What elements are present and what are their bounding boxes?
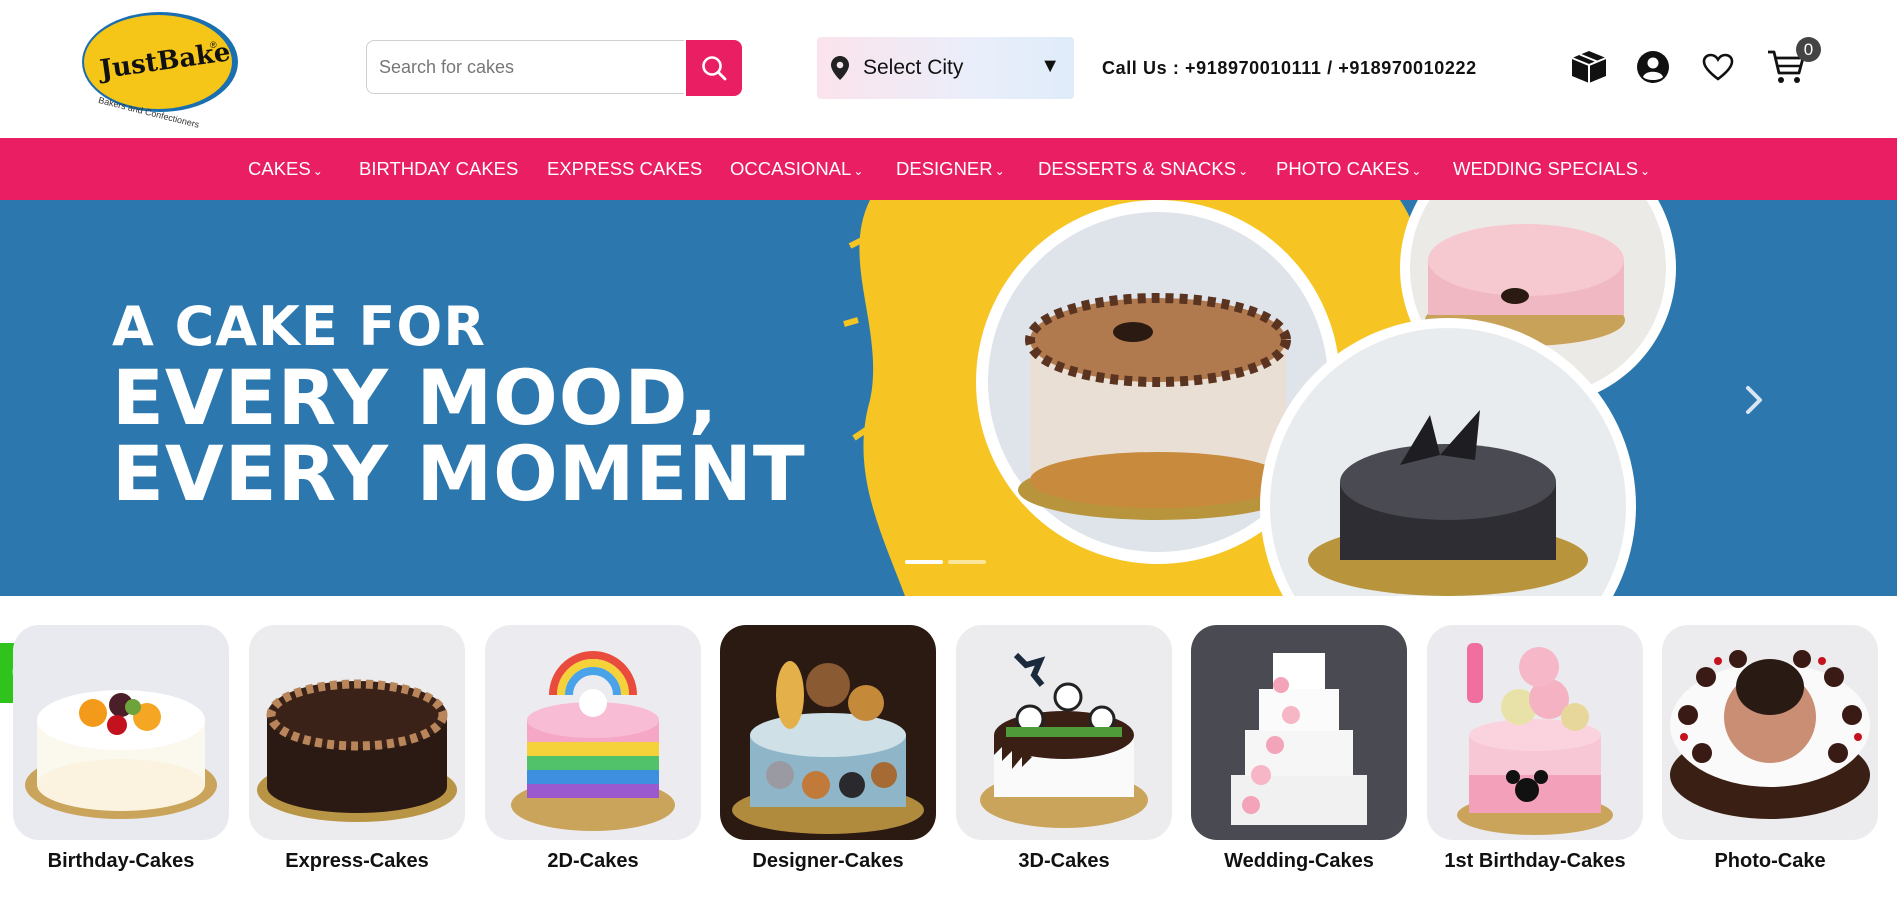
category-3d-cakes[interactable]: 3D-Cakes	[956, 625, 1172, 872]
category-image	[485, 625, 701, 840]
search-icon	[702, 56, 727, 81]
chevron-down-icon: ⌄	[1411, 164, 1422, 178]
nav-item-label: EXPRESS CAKES	[547, 158, 703, 179]
category-image	[1191, 625, 1407, 840]
justbake-logo[interactable]: JustBake ® Bakers and Confectioners	[80, 10, 242, 135]
city-dropdown-caret-icon: ▼	[1040, 55, 1060, 77]
nav-item-label: CAKES	[248, 158, 311, 179]
search-bar	[366, 40, 742, 96]
category-image	[720, 625, 936, 840]
cart-count-badge: 0	[1796, 37, 1821, 62]
main-nav: CAKES ⌄ BIRTHDAY CAKES EXPRESS CAKES OCCA…	[0, 138, 1897, 200]
category-label: Birthday-Cakes	[47, 850, 195, 872]
banner-headline-line3: EVERY MOMENT	[112, 429, 806, 518]
category-label: 1st Birthday-Cakes	[1444, 850, 1626, 872]
category-image	[249, 625, 465, 840]
nav-item-desserts-snacks[interactable]: DESSERTS & SNACKS ⌄	[1038, 138, 1248, 200]
category-image	[1427, 625, 1643, 840]
search-button[interactable]	[686, 40, 742, 96]
chevron-down-icon: ⌄	[312, 164, 323, 178]
wishlist-button[interactable]	[1699, 48, 1737, 86]
orders-button[interactable]	[1570, 48, 1608, 86]
location-pin-icon	[831, 56, 849, 80]
carousel-dot[interactable]	[948, 560, 986, 564]
category-photo-cake[interactable]: Photo-Cake	[1662, 625, 1878, 872]
nav-item-label: DESSERTS & SNACKS	[1038, 158, 1237, 179]
category-birthday-cakes[interactable]: Birthday-Cakes	[13, 625, 229, 872]
nav-item-wedding-specials[interactable]: WEDDING SPECIALS ⌄	[1453, 138, 1650, 200]
category-label: 2D-Cakes	[547, 850, 639, 872]
chevron-down-icon: ⌄	[1238, 164, 1249, 178]
nav-item-label: DESIGNER	[896, 158, 993, 179]
category-wedding-cakes[interactable]: Wedding-Cakes	[1191, 625, 1407, 872]
chevron-down-icon: ⌄	[1640, 164, 1651, 178]
nav-item-photo-cakes[interactable]: PHOTO CAKES ⌄	[1276, 138, 1421, 200]
category-label: Designer-Cakes	[752, 850, 904, 872]
call-us-text: Call Us : +918970010111 / +918970010222	[1102, 58, 1477, 78]
category-designer-cakes[interactable]: Designer-Cakes	[720, 625, 936, 872]
nav-item-designer[interactable]: DESIGNER ⌄	[896, 138, 1005, 200]
nav-item-label: OCCASIONAL	[730, 158, 852, 179]
city-selector-label: Select City	[863, 56, 964, 79]
banner-headline-line2: EVERY MOOD,	[112, 353, 719, 442]
account-icon	[1637, 51, 1669, 83]
chevron-down-icon: ⌄	[853, 164, 864, 178]
account-button[interactable]	[1634, 48, 1672, 86]
category-label: Photo-Cake	[1714, 850, 1826, 872]
category-image	[13, 625, 229, 840]
search-input[interactable]	[366, 40, 684, 94]
city-selector[interactable]: Select City ▼	[817, 37, 1074, 99]
nav-item-label: WEDDING SPECIALS	[1453, 158, 1639, 179]
carousel-dot-active[interactable]	[905, 560, 943, 564]
banner-headline-line1: A CAKE FOR	[112, 295, 486, 358]
carousel-next-arrow-icon[interactable]	[1740, 380, 1770, 420]
category-label: Express-Cakes	[285, 850, 429, 872]
orders-box-icon	[1571, 51, 1607, 83]
site-header: JustBake ® Bakers and Confectioners Sele…	[0, 0, 1897, 138]
hero-banner[interactable]: A CAKE FOR EVERY MOOD, EVERY MOMENT	[0, 200, 1897, 596]
category-express-cakes[interactable]: Express-Cakes	[249, 625, 465, 872]
category-image	[1662, 625, 1878, 840]
banner-headline: A CAKE FOR EVERY MOOD, EVERY MOMENT	[112, 300, 806, 512]
category-2d-cakes[interactable]: 2D-Cakes	[485, 625, 701, 872]
category-1st-birthday-cakes[interactable]: 1st Birthday-Cakes	[1427, 625, 1643, 872]
nav-item-label: PHOTO CAKES	[1276, 158, 1410, 179]
category-label: Wedding-Cakes	[1224, 850, 1374, 872]
nav-item-occasional[interactable]: OCCASIONAL ⌄	[730, 138, 863, 200]
wishlist-heart-icon	[1702, 53, 1734, 81]
nav-item-label: BIRTHDAY CAKES	[359, 158, 519, 179]
nav-item-cakes[interactable]: CAKES ⌄	[248, 138, 323, 200]
category-image	[956, 625, 1172, 840]
nav-item-birthday-cakes[interactable]: BIRTHDAY CAKES	[359, 138, 518, 200]
nav-item-express-cakes[interactable]: EXPRESS CAKES	[547, 138, 702, 200]
svg-text:®: ®	[210, 40, 217, 50]
category-label: 3D-Cakes	[1018, 850, 1110, 872]
chevron-down-icon: ⌄	[994, 164, 1005, 178]
